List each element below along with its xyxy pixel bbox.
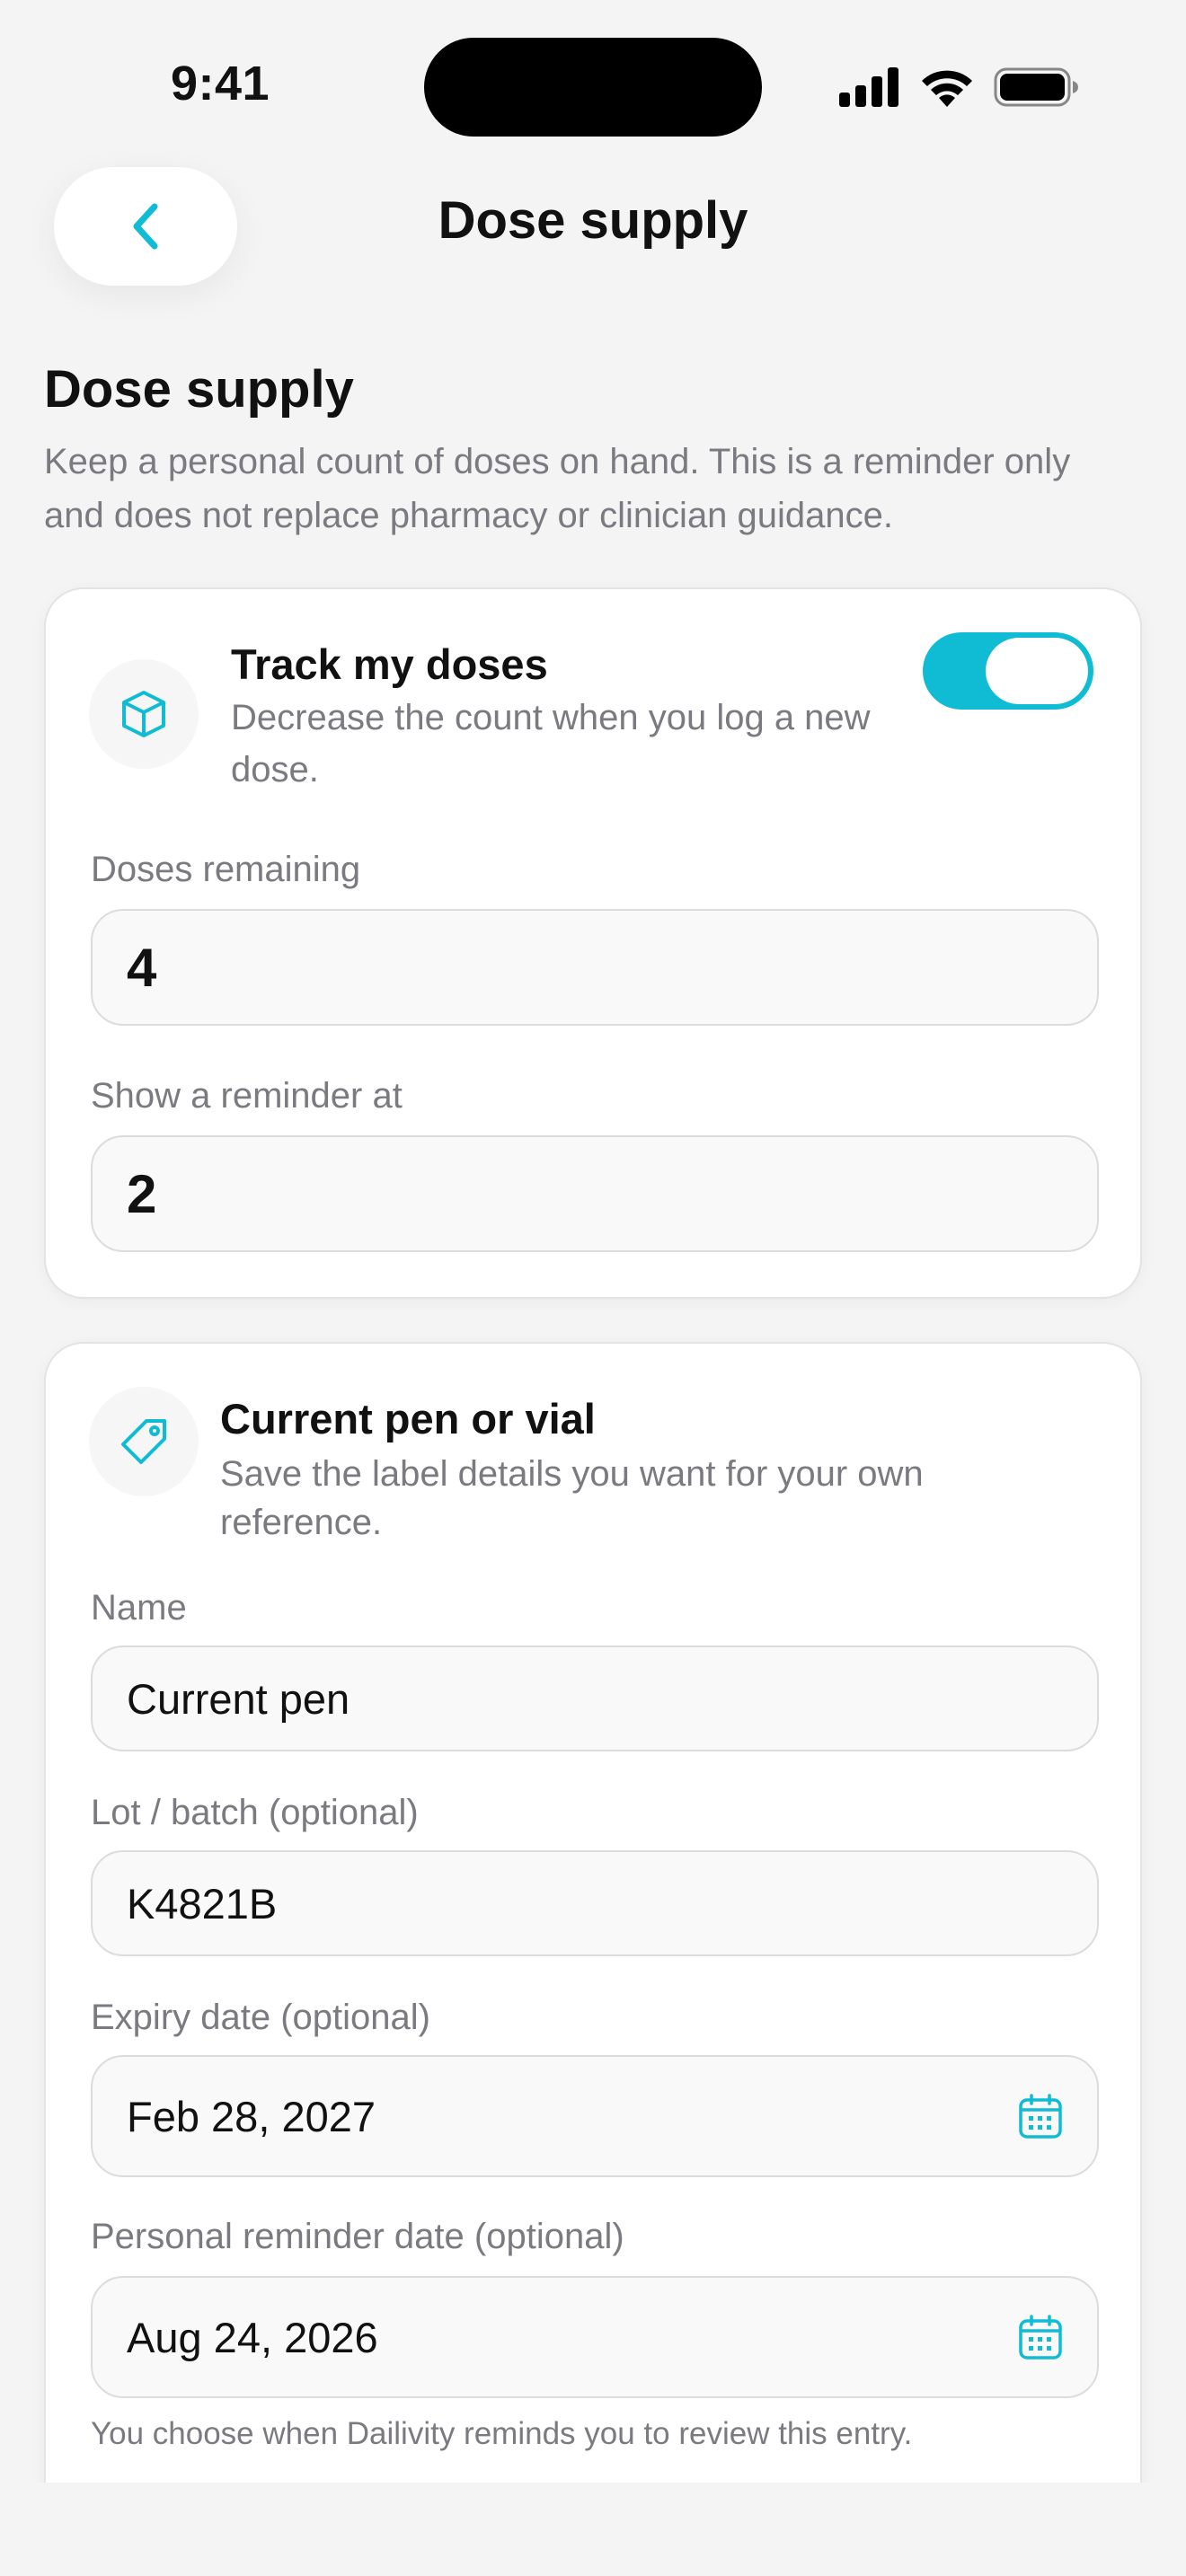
cellular-signal-icon <box>839 67 898 107</box>
wifi-icon <box>922 70 972 107</box>
lot-value: K4821B <box>127 1879 278 1928</box>
calendar-icon[interactable] <box>1018 2314 1063 2360</box>
reminder-helper-text: You choose when Dailivity reminds you to… <box>91 2416 913 2451</box>
status-time: 9:41 <box>171 57 270 110</box>
section-description: Keep a personal count of doses on hand. … <box>44 442 1071 535</box>
status-icons <box>839 63 1080 111</box>
pen-card-subtitle: Save the label details you want for your… <box>220 1454 924 1542</box>
name-label: Name <box>91 1588 187 1628</box>
bottom-area <box>0 2483 1186 2576</box>
screen: 9:41 Dose supply Dose supply Keep a pers… <box>0 0 1186 2576</box>
expiry-label: Expiry date (optional) <box>91 1998 430 2037</box>
doses-remaining-input[interactable]: 4 <box>91 909 1099 1026</box>
pen-card-title: Current pen or vial <box>220 1395 596 1442</box>
dynamic-island <box>424 38 762 137</box>
lot-label: Lot / batch (optional) <box>91 1793 419 1832</box>
reminder-threshold-value: 2 <box>127 1163 157 1224</box>
personal-reminder-label: Personal reminder date (optional) <box>91 2217 624 2256</box>
doses-remaining-label: Doses remaining <box>91 850 361 889</box>
box-icon <box>122 691 165 737</box>
reminder-threshold-label: Show a reminder at <box>91 1076 403 1116</box>
track-doses-subtitle: Decrease the count when you log a new do… <box>231 698 871 790</box>
tag-icon <box>121 1419 166 1464</box>
dose-tracking-card: Track my doses Decrease the count when y… <box>44 587 1142 1299</box>
box-icon-container <box>89 659 199 769</box>
calendar-icon[interactable] <box>1018 2093 1063 2139</box>
personal-reminder-value: Aug 24, 2026 <box>127 2313 378 2361</box>
expiry-date-input[interactable]: Feb 28, 2027 <box>91 2055 1099 2177</box>
section-title: Dose supply <box>44 360 354 419</box>
expiry-value: Feb 28, 2027 <box>127 2092 376 2140</box>
toggle-knob <box>986 638 1088 704</box>
doses-remaining-value: 4 <box>127 937 157 998</box>
track-doses-title: Track my doses <box>231 640 548 688</box>
reminder-threshold-input[interactable]: 2 <box>91 1135 1099 1252</box>
pen-vial-card: Current pen or vial Save the label detai… <box>44 1342 1142 2576</box>
battery-icon <box>994 67 1078 107</box>
tag-icon-container <box>89 1387 199 1496</box>
name-value: Current pen <box>127 1674 350 1723</box>
name-input[interactable]: Current pen <box>91 1645 1099 1751</box>
nav-title: Dose supply <box>438 191 748 250</box>
track-doses-toggle[interactable] <box>923 632 1093 710</box>
lot-input[interactable]: K4821B <box>91 1850 1099 1956</box>
personal-reminder-date-input[interactable]: Aug 24, 2026 <box>91 2276 1099 2398</box>
